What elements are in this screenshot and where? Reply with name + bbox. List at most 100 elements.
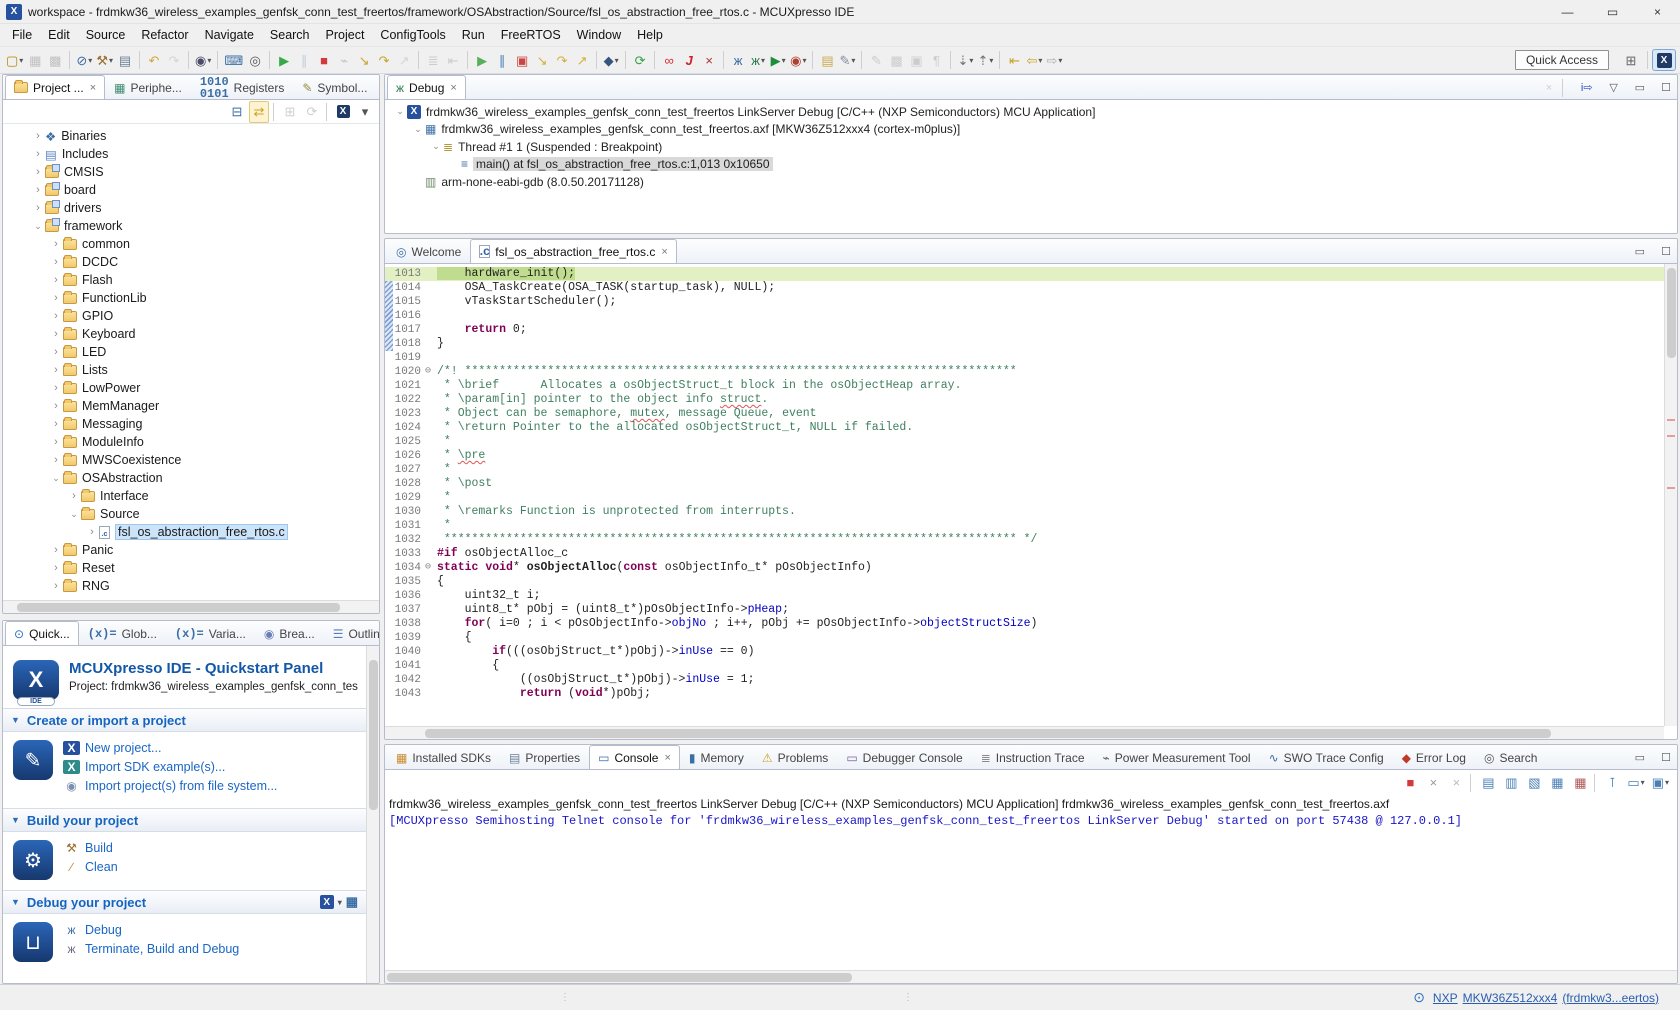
quickstart-action-build[interactable]: ⚒Build xyxy=(63,841,118,855)
collapse-all-button[interactable]: ⊟ xyxy=(227,101,247,123)
code-line[interactable]: 1042 ((osObjStruct_t*)pObj)->inUse = 1; xyxy=(385,673,1664,687)
console-tab-installed-sdks[interactable]: ▦Installed SDKs xyxy=(387,745,500,769)
editor-tab-fsl-os-abstraction-free-rtos-c[interactable]: .cfsl_os_abstraction_free_rtos.c× xyxy=(470,239,677,263)
terminal-button[interactable]: ⌨ xyxy=(222,49,245,71)
mcu-debug-button[interactable]: ж xyxy=(728,49,748,71)
code-line[interactable]: 1020⊖/*! *******************************… xyxy=(385,365,1664,379)
project-tree-row[interactable]: ›GPIO xyxy=(3,307,379,325)
profile-suspend-button[interactable]: ∥ xyxy=(492,49,512,71)
next-annotation-button[interactable]: ⇣▾ xyxy=(955,49,975,71)
console-tab-power-measurement-tool[interactable]: ⌁Power Measurement Tool xyxy=(1094,745,1260,769)
editor-minimize-button[interactable]: ▭ xyxy=(1627,241,1647,263)
open-config-button[interactable]: ▤ xyxy=(817,49,837,71)
expand-chevron-icon[interactable]: ⌄ xyxy=(393,106,407,117)
code-line[interactable]: 1036 uint32_t i; xyxy=(385,589,1664,603)
pin-console-button[interactable]: ⊺ xyxy=(1602,772,1622,794)
step-over-button[interactable]: ↷ xyxy=(374,49,394,71)
console-tab-instruction-trace[interactable]: ≣Instruction Trace xyxy=(972,745,1094,769)
prev-annotation-button[interactable]: ⇡▾ xyxy=(975,49,995,71)
project-tree-row[interactable]: ›DCDC xyxy=(3,253,379,271)
project-tree-row[interactable]: ›.cfsl_os_abstraction_free_rtos.c xyxy=(3,523,379,541)
quickstart-section-header[interactable]: ▼Debug your projectX▾▦ xyxy=(3,890,366,914)
console-tab-properties[interactable]: ▤Properties xyxy=(500,745,589,769)
expand-chevron-icon[interactable]: ⌄ xyxy=(67,509,81,520)
menu-refactor[interactable]: Refactor xyxy=(133,26,196,44)
open-console-button[interactable]: ▣▾ xyxy=(1650,772,1671,794)
run-attach-button[interactable]: ◉▾ xyxy=(788,49,808,71)
project-tree-row[interactable]: ›Interface xyxy=(3,487,379,505)
project-tree-row[interactable]: ›Messaging xyxy=(3,415,379,433)
code-line[interactable]: 1037 uint8_t* pObj = (uint8_t*)pOsObject… xyxy=(385,603,1664,617)
code-line[interactable]: 1025 * xyxy=(385,435,1664,449)
code-line[interactable]: 1039 { xyxy=(385,631,1664,645)
profile-step-into-button[interactable]: ↘ xyxy=(532,49,552,71)
code-line[interactable]: 1035{ xyxy=(385,575,1664,589)
tab-close-icon[interactable]: × xyxy=(661,246,667,258)
expand-chevron-icon[interactable]: › xyxy=(49,454,63,466)
skip-breakpoints-button[interactable]: ⊘▾ xyxy=(74,49,94,71)
code-editor[interactable]: ➜ 1013 hardware_init();1014 OSA_TaskCrea… xyxy=(385,264,1664,726)
project-tree-row[interactable]: ›▤Includes xyxy=(3,145,379,163)
expand-chevron-icon[interactable]: › xyxy=(31,148,45,160)
window-maximize-button[interactable]: ▭ xyxy=(1590,0,1635,23)
link-with-editor-button[interactable]: ⇄ xyxy=(249,101,269,123)
project-tree-row[interactable]: ›drivers xyxy=(3,199,379,217)
code-line[interactable]: 1018} xyxy=(385,337,1664,351)
quick-access-button[interactable]: Quick Access xyxy=(1515,50,1609,70)
back-button[interactable]: ⇦▾ xyxy=(1024,49,1044,71)
expand-chevron-icon[interactable]: › xyxy=(49,400,63,412)
quickstart-section-header[interactable]: ▼Build your project xyxy=(3,808,366,832)
code-line[interactable]: 1014 OSA_TaskCreate(OSA_TASK(startup_tas… xyxy=(385,281,1664,295)
project-tree-row[interactable]: ›❖Binaries xyxy=(3,127,379,145)
mcuxpresso-perspective-button[interactable]: X xyxy=(1652,49,1676,71)
memory-book-button[interactable]: ◆▾ xyxy=(601,49,621,71)
stdout-activate-button[interactable]: ▦ xyxy=(1547,772,1567,794)
debug-tree-row[interactable]: ⌄≣Thread #1 1 (Suspended : Breakpoint) xyxy=(387,138,1677,156)
code-line[interactable]: 1024 * \return Pointer to the allocated … xyxy=(385,421,1664,435)
undo-arrow-button[interactable]: ↶ xyxy=(144,49,164,71)
quickstart-action-terminate-build-and-debug[interactable]: жTerminate, Build and Debug xyxy=(63,942,239,956)
project-tree-row[interactable]: ⌄Source xyxy=(3,505,379,523)
menu-window[interactable]: Window xyxy=(569,26,629,44)
statusbar-vendor-link[interactable]: NXP xyxy=(1433,991,1458,1005)
code-line[interactable]: 1019 xyxy=(385,351,1664,365)
project-tree-row[interactable]: ›board xyxy=(3,181,379,199)
project-tree-row[interactable]: ›Keyboard xyxy=(3,325,379,343)
tab-close-icon[interactable]: × xyxy=(664,752,670,764)
maximize-button[interactable]: ☐ xyxy=(1653,77,1673,99)
project-tree-row[interactable]: ⌄framework xyxy=(3,217,379,235)
expand-chevron-icon[interactable]: › xyxy=(49,292,63,304)
code-line[interactable]: 1041 { xyxy=(385,659,1664,673)
resume-button[interactable]: ▶ xyxy=(274,49,294,71)
expand-chevron-icon[interactable]: › xyxy=(67,490,81,502)
menu-configtools[interactable]: ConfigTools xyxy=(372,26,453,44)
profile-terminate-button[interactable]: ▣ xyxy=(512,49,532,71)
expand-chevron-icon[interactable]: › xyxy=(31,184,45,196)
remove-all-launches-button[interactable]: × xyxy=(1446,772,1466,794)
console-tab-swo-trace-config[interactable]: ∿SWO Trace Config xyxy=(1260,745,1393,769)
expand-chevron-icon[interactable]: › xyxy=(49,382,63,394)
menu-help[interactable]: Help xyxy=(629,26,671,44)
terminate-button[interactable]: ■ xyxy=(314,49,334,71)
profile-step-return-button[interactable]: ↗ xyxy=(572,49,592,71)
console-tab-memory[interactable]: ▮Memory xyxy=(680,745,753,769)
code-line[interactable]: 1028 * \post xyxy=(385,477,1664,491)
run-button[interactable]: ▶▾ xyxy=(768,49,788,71)
debug-tree-row[interactable]: ⌄▦frdmkw36_wireless_examples_genfsk_conn… xyxy=(387,121,1677,139)
console-output[interactable]: frdmkw36_wireless_examples_genfsk_conn_t… xyxy=(385,795,1677,970)
expand-chevron-icon[interactable]: ⌄ xyxy=(49,473,63,484)
clear-console-button[interactable]: ▤ xyxy=(1478,772,1498,794)
menu-source[interactable]: Source xyxy=(78,26,134,44)
debug-tree-row[interactable]: ▥arm-none-eabi-gdb (8.0.50.20171128) xyxy=(387,173,1677,191)
tab-close-icon[interactable]: × xyxy=(450,82,456,94)
expand-chevron-icon[interactable]: › xyxy=(49,580,63,592)
code-line[interactable]: 1026 * \pre xyxy=(385,449,1664,463)
project-tree-row[interactable]: ›CMSIS xyxy=(3,163,379,181)
expand-chevron-icon[interactable]: ⌄ xyxy=(411,124,425,135)
window-minimize-button[interactable]: — xyxy=(1545,0,1590,23)
menu-edit[interactable]: Edit xyxy=(40,26,78,44)
code-line[interactable]: 1017 return 0; xyxy=(385,323,1664,337)
code-line[interactable]: 1030 * \remarks Function is unprotected … xyxy=(385,505,1664,519)
expand-chevron-icon[interactable]: › xyxy=(49,364,63,376)
project-tree-row[interactable]: ›MWSCoexistence xyxy=(3,451,379,469)
